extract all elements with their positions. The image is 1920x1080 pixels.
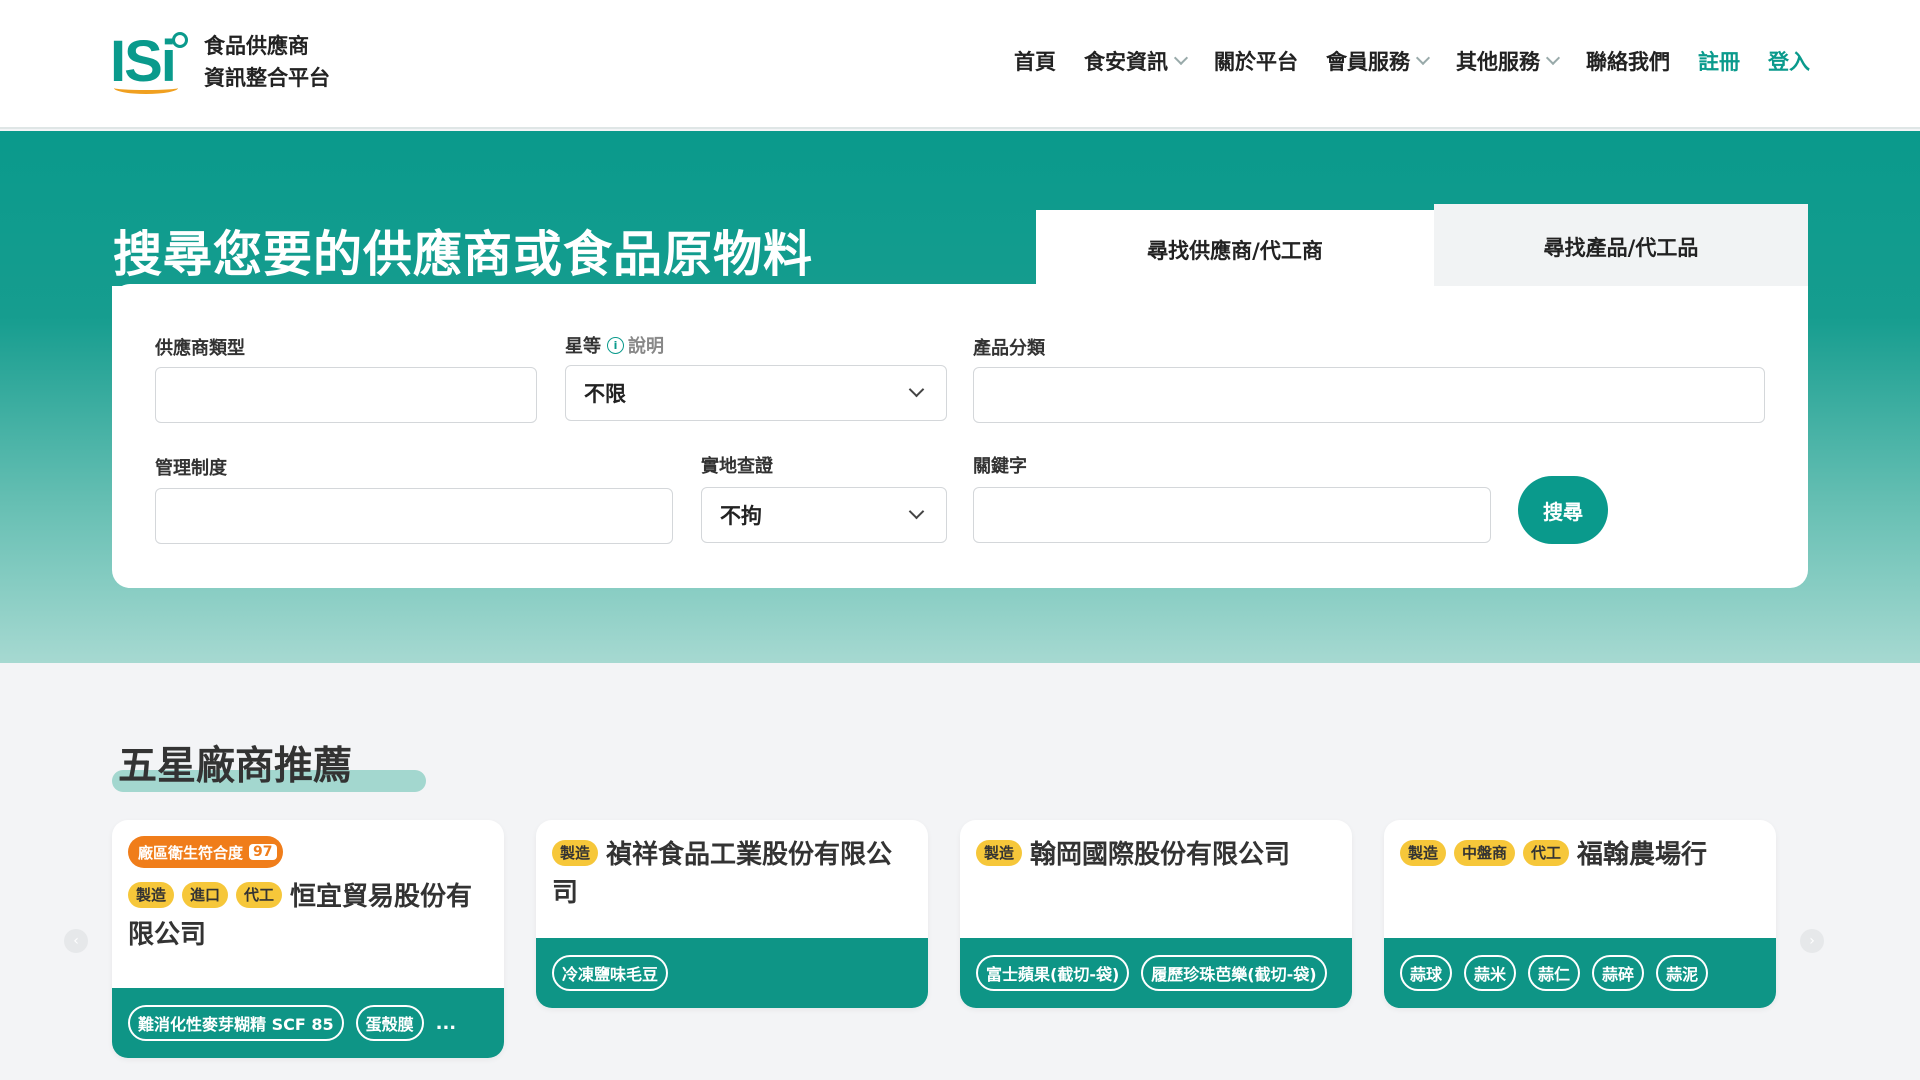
- supplier-card[interactable]: 製造 翰岡國際股份有限公司 富士蘋果(截切-袋) 履歷珍珠芭樂(截切-袋): [960, 820, 1352, 1008]
- chevron-down-icon: [908, 381, 925, 398]
- product-tag[interactable]: 富士蘋果(截切-袋): [976, 955, 1130, 991]
- search-panel: 供應商類型 星等 i 說明 不限 產品分類 管理制度 實地查證 不拘 關鍵字 搜…: [112, 284, 1808, 588]
- supplier-name-row: 製造 中盤商 代工 福翰農場行: [1400, 836, 1760, 874]
- keyword-input[interactable]: [973, 487, 1491, 543]
- supplier-name[interactable]: 福翰農場行: [1577, 840, 1707, 870]
- hygiene-label: 廠區衛生符合度: [138, 843, 244, 862]
- chevron-down-icon: [1545, 50, 1561, 66]
- nav-item-food-safety[interactable]: 食安資訊: [1084, 46, 1189, 76]
- recommend-heading: 五星廠商推薦: [112, 735, 426, 792]
- nav-label: 聯絡我們: [1586, 50, 1670, 74]
- management-label: 管理制度: [155, 458, 227, 479]
- supplier-type-label: 供應商類型: [155, 338, 245, 359]
- product-tag[interactable]: 蒜泥: [1656, 955, 1709, 991]
- card-header: 製造 禎祥食品工業股份有限公司: [536, 820, 928, 938]
- supplier-card[interactable]: 製造 禎祥食品工業股份有限公司 冷凍鹽味毛豆: [536, 820, 928, 1008]
- tab-find-product[interactable]: 尋找產品/代工品: [1434, 204, 1808, 290]
- inspection-select-value: 不拘: [720, 504, 762, 528]
- more-tags-indicator: ...: [435, 1012, 457, 1034]
- login-link[interactable]: 登入: [1768, 46, 1810, 76]
- nav-label: 會員服務: [1326, 50, 1410, 74]
- supplier-name-row: 製造 進口 代工 恒宜貿易股份有限公司: [128, 878, 488, 954]
- chevron-down-icon: [908, 503, 925, 520]
- supplier-name-row: 製造 翰岡國際股份有限公司: [976, 836, 1336, 874]
- type-badge: 進口: [182, 882, 229, 908]
- product-tags: 難消化性麥芽糊精 SCF 85 蛋殼膜 ...: [112, 988, 504, 1058]
- card-header: 廠區衛生符合度 97 製造 進口 代工 恒宜貿易股份有限公司: [112, 820, 504, 988]
- product-tags: 冷凍鹽味毛豆: [536, 938, 928, 1008]
- star-help-link[interactable]: 說明: [628, 332, 664, 358]
- nav-item-other[interactable]: 其他服務: [1456, 46, 1561, 76]
- nav-item-about[interactable]: 關於平台: [1214, 46, 1298, 76]
- logo-line2: 資訊整合平台: [204, 66, 330, 90]
- register-link[interactable]: 註冊: [1698, 46, 1740, 76]
- product-tags: 蒜球 蒜米 蒜仁 蒜碎 蒜泥: [1384, 938, 1776, 1008]
- star-select-value: 不限: [584, 382, 626, 406]
- supplier-card[interactable]: 廠區衛生符合度 97 製造 進口 代工 恒宜貿易股份有限公司 難消化性麥芽糊精 SCF…: [112, 820, 504, 1058]
- product-tag[interactable]: 蒜碎: [1592, 955, 1645, 991]
- type-badge: 代工: [1523, 840, 1570, 866]
- logo-text: 食品供應商 資訊整合平台: [204, 30, 330, 94]
- supplier-name[interactable]: 翰岡國際股份有限公司: [1030, 840, 1290, 870]
- supplier-name[interactable]: 恒宜貿易股份有限公司: [128, 882, 472, 950]
- product-tag[interactable]: 蒜米: [1464, 955, 1517, 991]
- supplier-card[interactable]: 製造 中盤商 代工 福翰農場行 蒜球 蒜米 蒜仁 蒜碎 蒜泥: [1384, 820, 1776, 1008]
- logo-swoosh: [114, 82, 178, 94]
- product-tags: 富士蘋果(截切-袋) 履歷珍珠芭樂(截切-袋): [960, 938, 1352, 1008]
- hygiene-badge: 廠區衛生符合度 97: [128, 836, 283, 868]
- supplier-name[interactable]: 禎祥食品工業股份有限公司: [552, 840, 892, 908]
- hygiene-score: 97: [249, 844, 277, 860]
- inspection-select[interactable]: 不拘: [701, 487, 947, 543]
- tab-find-supplier[interactable]: 尋找供應商/代工商: [1036, 210, 1434, 290]
- type-badge: 製造: [552, 840, 599, 866]
- star-label-row: 星等 i 說明: [565, 332, 664, 358]
- keyword-label: 關鍵字: [973, 456, 1027, 477]
- search-button[interactable]: 搜尋: [1518, 476, 1608, 544]
- product-tag[interactable]: 履歷珍珠芭樂(截切-袋): [1141, 955, 1327, 991]
- product-tag[interactable]: 蒜球: [1400, 955, 1453, 991]
- chevron-down-icon: [1415, 50, 1431, 66]
- logo-line1: 食品供應商: [204, 34, 309, 58]
- hero-title: 搜尋您要的供應商或食品原物料: [113, 226, 814, 283]
- chevron-down-icon: [1173, 50, 1189, 66]
- star-select[interactable]: 不限: [565, 365, 947, 421]
- carousel-next-icon[interactable]: ›: [1800, 929, 1824, 953]
- category-input[interactable]: [973, 367, 1765, 423]
- nav-item-member[interactable]: 會員服務: [1326, 46, 1431, 76]
- nav-label: 關於平台: [1214, 50, 1298, 74]
- logo-mark: ISi: [110, 28, 188, 96]
- info-icon[interactable]: i: [607, 336, 624, 354]
- site-logo[interactable]: ISi 食品供應商 資訊整合平台: [110, 28, 330, 96]
- logo-dot: [172, 32, 188, 48]
- main-nav: 首頁 食安資訊 關於平台 會員服務 其他服務 聯絡我們 註冊 登入: [986, 46, 1810, 76]
- inspection-label: 實地查證: [701, 456, 773, 477]
- product-tag[interactable]: 難消化性麥芽糊精 SCF 85: [128, 1005, 344, 1041]
- type-badge: 代工: [236, 882, 283, 908]
- category-label: 產品分類: [973, 338, 1045, 359]
- product-tag[interactable]: 蛋殼膜: [355, 1005, 424, 1041]
- site-header: ISi 食品供應商 資訊整合平台 首頁 食安資訊 關於平台 會員服務 其他服務 …: [0, 0, 1920, 129]
- nav-label: 首頁: [1014, 50, 1056, 74]
- type-badge: 中盤商: [1454, 840, 1516, 866]
- type-badge: 製造: [128, 882, 175, 908]
- nav-label: 其他服務: [1456, 50, 1540, 74]
- supplier-name-row: 製造 禎祥食品工業股份有限公司: [552, 836, 912, 912]
- nav-label: 食安資訊: [1084, 50, 1168, 74]
- card-header: 製造 翰岡國際股份有限公司: [960, 820, 1352, 938]
- carousel-prev-icon[interactable]: ‹: [64, 929, 88, 953]
- card-header: 製造 中盤商 代工 福翰農場行: [1384, 820, 1776, 938]
- product-tag[interactable]: 冷凍鹽味毛豆: [552, 955, 669, 991]
- type-badge: 製造: [1400, 840, 1447, 866]
- nav-item-home[interactable]: 首頁: [1014, 46, 1056, 76]
- star-label: 星等: [565, 336, 601, 357]
- product-tag[interactable]: 蒜仁: [1528, 955, 1581, 991]
- type-badge: 製造: [976, 840, 1023, 866]
- recommend-title: 五星廠商推薦: [118, 744, 353, 789]
- nav-item-contact[interactable]: 聯絡我們: [1586, 46, 1670, 76]
- management-input[interactable]: [155, 488, 673, 544]
- supplier-type-input[interactable]: [155, 367, 537, 423]
